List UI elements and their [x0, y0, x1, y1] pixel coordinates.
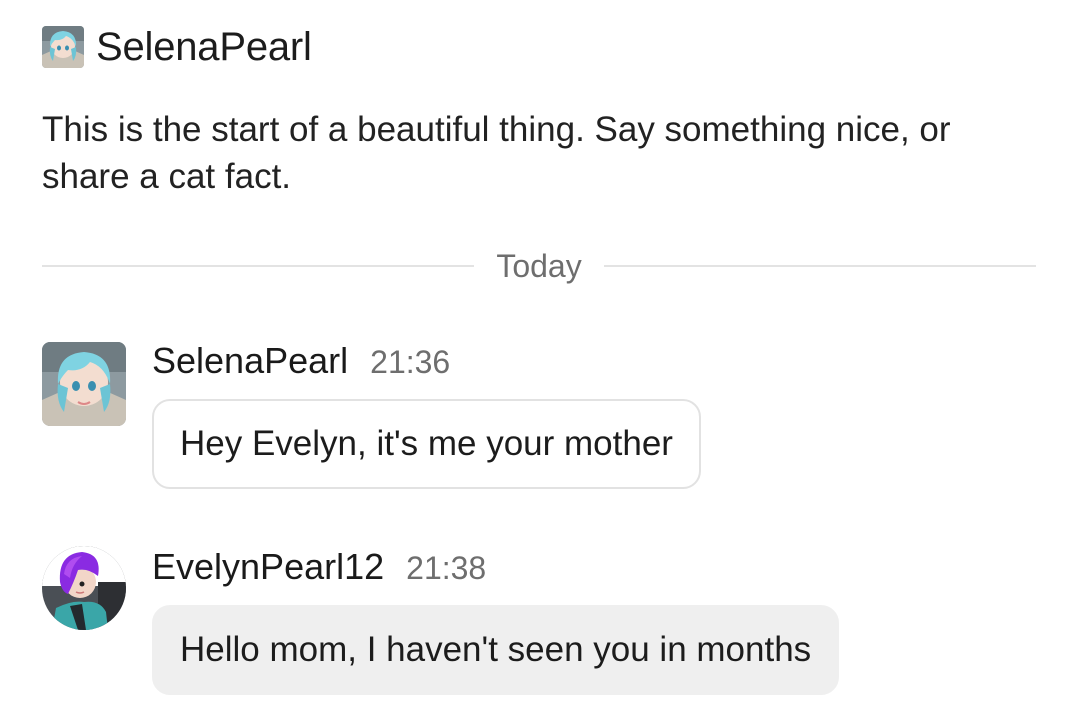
message-meta: EvelynPearl12 21:38 — [152, 546, 486, 588]
chat-header: SelenaPearl — [42, 24, 312, 70]
divider-line-left — [42, 265, 475, 267]
message-timestamp: 21:38 — [406, 550, 487, 586]
message-bubble[interactable]: Hello mom, I haven't seen you in months — [152, 605, 840, 695]
message-meta: SelenaPearl 21:36 — [152, 340, 450, 382]
conversation-title: SelenaPearl — [96, 24, 312, 69]
anime-avatar-cyan-hair-icon[interactable] — [42, 26, 84, 68]
message-author[interactable]: SelenaPearl — [152, 340, 348, 382]
anime-avatar-purple-hair-icon[interactable] — [42, 546, 126, 630]
divider-line-right — [603, 265, 1037, 267]
conversation-intro: This is the start of a beautiful thing. … — [42, 110, 951, 196]
message-timestamp: 21:36 — [370, 344, 451, 380]
anime-avatar-cyan-hair-icon[interactable] — [42, 342, 126, 426]
message-bubble[interactable]: Hey Evelyn, it's me your mother — [152, 399, 701, 489]
date-divider-label: Today — [496, 247, 582, 284]
date-divider: Today — [42, 244, 1037, 288]
message-author[interactable]: EvelynPearl12 — [152, 546, 384, 588]
